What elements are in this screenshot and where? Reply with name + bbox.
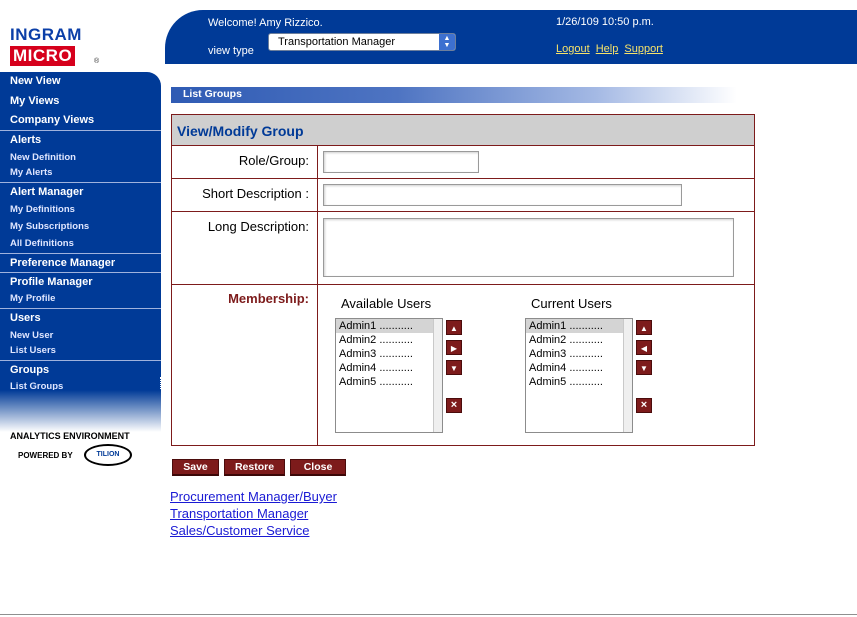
current-user-option[interactable]: Admin5 ........... [526, 375, 623, 389]
remove-x-icon[interactable]: × [446, 398, 462, 413]
sidebar-item-my-definitions[interactable]: My Definitions [10, 204, 75, 215]
available-list-scrollbar[interactable] [433, 319, 442, 432]
procurement-manager-link[interactable]: Procurement Manager/Buyer [170, 489, 337, 504]
save-button[interactable]: Save [172, 459, 219, 476]
logo-text-line1: INGRAM [10, 25, 82, 44]
powered-by-text: POWERED BY [18, 451, 73, 460]
form-row-divider [172, 284, 754, 285]
move-up-icon[interactable]: ▲ [446, 320, 462, 335]
transportation-manager-link[interactable]: Transportation Manager [170, 506, 308, 521]
close-button[interactable]: Close [290, 459, 346, 476]
sidebar-item-my-subscriptions[interactable]: My Subscriptions [10, 221, 89, 232]
current-list-scrollbar[interactable] [623, 319, 632, 432]
current-user-option[interactable]: Admin2 ........... [526, 333, 623, 347]
sidebar-section-profile-manager: Profile Manager [10, 276, 93, 288]
form-row-divider [172, 178, 754, 179]
role-group-label: Role/Group: [238, 153, 309, 168]
available-user-option[interactable]: Admin1 ........... [336, 319, 433, 333]
remove-x-icon[interactable]: × [636, 398, 652, 413]
current-user-option[interactable]: Admin3 ........... [526, 347, 623, 361]
form-row-divider [172, 211, 754, 212]
available-users-list[interactable]: Admin1 ........... Admin2 ........... Ad… [335, 318, 443, 433]
available-user-option[interactable]: Admin2 ........... [336, 333, 433, 347]
available-user-option[interactable]: Admin4 ........... [336, 361, 433, 375]
bottom-divider [0, 614, 857, 615]
sidebar-divider [0, 272, 161, 273]
sidebar-item-company-views[interactable]: Company Views [10, 114, 94, 126]
form-column-divider [317, 146, 318, 445]
sidebar-item-all-definitions[interactable]: All Definitions [10, 238, 74, 249]
role-group-input[interactable] [323, 151, 479, 173]
tilion-logo: TILION [84, 444, 132, 466]
available-user-option[interactable]: Admin5 ........... [336, 375, 433, 389]
short-description-label: Short Description : [202, 186, 309, 201]
section-title-bar: List Groups [171, 87, 737, 103]
sidebar-section-users: Users [10, 312, 41, 324]
move-right-icon[interactable]: ▶ [446, 340, 462, 355]
support-link[interactable]: Support [624, 43, 663, 55]
sidebar-item-list-users[interactable]: List Users [10, 345, 56, 356]
view-type-select[interactable]: Transportation Manager ▲ ▼ [268, 33, 456, 51]
sidebar-item-new-definition[interactable]: New Definition [10, 152, 76, 163]
header-links: Logout Help Support [556, 43, 666, 55]
logo-registered-mark: ® [94, 58, 100, 65]
sidebar-divider [0, 182, 161, 183]
section-title: List Groups [183, 88, 242, 100]
sidebar-divider [0, 253, 161, 254]
header-bar: Welcome! Amy Rizzico. view type Transpor… [165, 10, 857, 64]
sidebar-section-alert-manager: Alert Manager [10, 186, 84, 198]
sidebar-divider [0, 360, 161, 361]
sidebar-fade [0, 390, 161, 432]
move-down-icon[interactable]: ▼ [446, 360, 462, 375]
current-users-list[interactable]: Admin1 ........... Admin2 ........... Ad… [525, 318, 633, 433]
sidebar-item-new-user[interactable]: New User [10, 330, 53, 341]
move-down-icon[interactable]: ▼ [636, 360, 652, 375]
sidebar-divider [0, 308, 161, 309]
long-description-textarea[interactable] [323, 218, 734, 277]
view-modify-group-form: View/Modify Group Role/Group: Short Desc… [171, 114, 755, 446]
sidebar-item-my-alerts[interactable]: My Alerts [10, 167, 52, 178]
short-description-input[interactable] [323, 184, 682, 206]
sidebar-item-my-profile[interactable]: My Profile [10, 293, 55, 304]
sidebar-item-my-views[interactable]: My Views [10, 95, 59, 107]
long-description-label: Long Description: [207, 219, 309, 234]
ingram-micro-logo: INGRAM MICRO ® [10, 25, 99, 66]
welcome-text: Welcome! Amy Rizzico. [208, 17, 323, 29]
sidebar-nav: New View My Views Company Views Alerts N… [0, 72, 161, 432]
sidebar-section-groups: Groups [10, 364, 50, 376]
form-title: View/Modify Group [177, 123, 304, 139]
view-type-selected-value: Transportation Manager [278, 36, 395, 48]
restore-button[interactable]: Restore [224, 459, 285, 476]
sidebar-section-alerts: Alerts [10, 134, 42, 146]
datetime-text: 1/26/109 10:50 p.m. [556, 16, 654, 28]
current-users-header: Current Users [531, 296, 612, 311]
sidebar-item-preference-manager[interactable]: Preference Manager [10, 257, 115, 269]
sidebar-item-new-view[interactable]: New View [10, 75, 61, 87]
logo-text-line2: MICRO [10, 46, 76, 66]
sidebar-divider [0, 130, 161, 131]
help-link[interactable]: Help [596, 43, 619, 55]
available-user-option[interactable]: Admin3 ........... [336, 347, 433, 361]
logout-link[interactable]: Logout [556, 43, 590, 55]
view-type-label: view type [208, 45, 254, 57]
move-up-icon[interactable]: ▲ [636, 320, 652, 335]
current-user-option[interactable]: Admin1 ........... [526, 319, 623, 333]
move-left-icon[interactable]: ◀ [636, 340, 652, 355]
sales-customer-service-link[interactable]: Sales/Customer Service [170, 523, 309, 538]
form-title-bar: View/Modify Group [172, 115, 754, 146]
select-arrows-icon: ▲ ▼ [439, 34, 455, 50]
available-users-header: Available Users [341, 296, 432, 311]
current-user-option[interactable]: Admin4 ........... [526, 361, 623, 375]
analytics-environment-text: ANALYTICS ENVIRONMENT [10, 431, 130, 441]
membership-label: Membership: [228, 291, 309, 306]
